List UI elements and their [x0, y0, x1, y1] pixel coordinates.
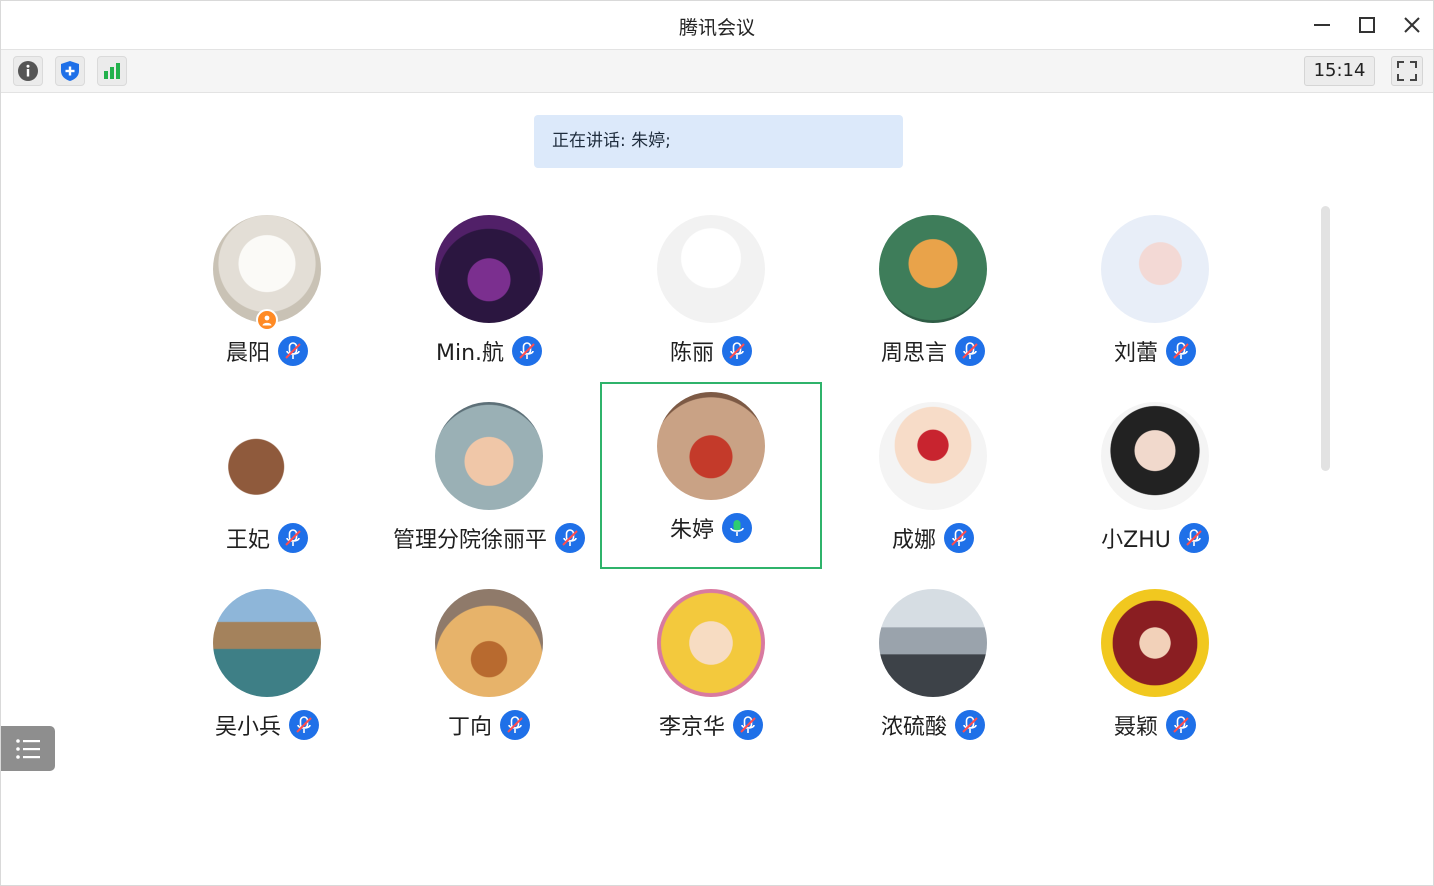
participant-name: 刘蕾 [1113, 341, 1158, 366]
minimize-button[interactable] [1308, 11, 1336, 39]
microphone-muted-icon [500, 710, 530, 740]
participant-list-button[interactable] [1, 726, 55, 771]
participant-name-row: 晨阳 [226, 335, 308, 367]
microphone-active-icon [722, 513, 752, 543]
microphone-muted-icon [733, 710, 763, 740]
participant-name: 浓硫酸 [880, 715, 947, 740]
participant-tile[interactable]: 周思言 [822, 199, 1044, 386]
avatar [213, 402, 321, 510]
meeting-info-button[interactable] [13, 56, 43, 86]
microphone-muted-icon [1166, 710, 1196, 740]
participant-name-row: 聂颖 [1114, 709, 1196, 741]
participant-name-row: 浓硫酸 [881, 709, 985, 741]
participant-name: 吴小兵 [214, 715, 281, 740]
microphone-muted-icon [289, 710, 319, 740]
avatar [213, 215, 321, 331]
close-icon [1404, 17, 1420, 33]
participant-name: 成娜 [891, 528, 936, 553]
scrollbar[interactable] [1321, 206, 1330, 471]
network-status-button[interactable] [97, 56, 127, 86]
microphone-muted-icon [722, 336, 752, 366]
participant-name-row: 成娜 [892, 522, 974, 554]
avatar [879, 215, 987, 323]
avatar [879, 402, 987, 510]
meeting-toolbar: 15:14 [1, 49, 1433, 93]
avatar [1101, 589, 1209, 697]
microphone-muted-icon [955, 710, 985, 740]
participant-tile[interactable]: 聂颖 [1044, 573, 1266, 760]
participant-tile[interactable]: 陈丽 [600, 199, 822, 386]
close-button[interactable] [1398, 11, 1426, 39]
speaking-indicator: 正在讲话: 朱婷; [534, 115, 903, 168]
signal-bars-icon [104, 63, 120, 79]
microphone-muted-icon [278, 336, 308, 366]
participant-name-row: 陈丽 [670, 335, 752, 367]
window-title: 腾讯会议 [678, 17, 755, 39]
participant-name: 朱婷 [669, 518, 714, 543]
microphone-muted-icon [955, 336, 985, 366]
host-badge-icon [256, 309, 278, 331]
participant-tile[interactable]: 朱婷 [600, 382, 822, 569]
participant-name-row: Min.航 [435, 335, 543, 367]
participant-tile[interactable]: 成娜 [822, 386, 1044, 573]
info-icon [18, 61, 38, 81]
microphone-muted-icon [555, 523, 585, 553]
participant-name: 管理分院徐丽平 [392, 528, 547, 553]
avatar [657, 589, 765, 697]
avatar [435, 402, 543, 510]
security-button[interactable] [55, 56, 85, 86]
list-icon [16, 738, 40, 759]
microphone-muted-icon [278, 523, 308, 553]
participant-name-row: 王妃 [226, 522, 308, 554]
participant-tile[interactable]: 浓硫酸 [822, 573, 1044, 760]
participant-name: 周思言 [880, 341, 947, 366]
participant-tile[interactable]: 吴小兵 [156, 573, 378, 760]
maximize-button[interactable] [1353, 11, 1381, 39]
participant-name-row: 朱婷 [670, 512, 752, 544]
avatar [657, 392, 765, 500]
meeting-clock: 15:14 [1304, 56, 1375, 86]
avatar [879, 589, 987, 697]
microphone-muted-icon [1178, 523, 1209, 553]
participant-name: 陈丽 [669, 341, 714, 366]
participant-name-row: 管理分院徐丽平 [393, 522, 585, 554]
microphone-muted-icon [944, 523, 974, 553]
participant-name: 丁向 [447, 715, 492, 740]
avatar [435, 589, 543, 697]
fullscreen-icon [1397, 61, 1417, 81]
participant-tile[interactable]: 管理分院徐丽平 [378, 386, 600, 573]
microphone-muted-icon [512, 336, 543, 366]
minimize-icon [1314, 24, 1330, 26]
participant-tile[interactable]: 李京华 [600, 573, 822, 760]
participant-name-row: 丁向 [448, 709, 530, 741]
participant-tile[interactable]: Min.航 [378, 199, 600, 386]
microphone-muted-icon [1166, 336, 1196, 366]
participant-tile[interactable]: 小ZHU [1044, 386, 1266, 573]
shield-icon [61, 61, 79, 81]
participant-tile[interactable]: 晨阳 [156, 199, 378, 386]
participant-name: 小ZHU [1101, 528, 1171, 553]
participant-name-row: 李京华 [659, 709, 763, 741]
participant-name: Min.航 [435, 341, 505, 366]
participant-name-row: 刘蕾 [1114, 335, 1196, 367]
maximize-icon [1359, 17, 1375, 33]
avatar [435, 215, 543, 323]
avatar [657, 215, 765, 323]
avatar [1101, 215, 1209, 323]
participant-name: 李京华 [658, 715, 725, 740]
participant-name-row: 小ZHU [1101, 522, 1209, 554]
title-bar: 腾讯会议 [1, 1, 1433, 49]
avatar [1101, 402, 1209, 510]
participant-name-row: 周思言 [881, 335, 985, 367]
avatar [213, 589, 321, 697]
participant-tile[interactable]: 丁向 [378, 573, 600, 760]
participant-tile[interactable]: 王妃 [156, 386, 378, 573]
participant-name: 王妃 [225, 528, 270, 553]
participant-name: 聂颖 [1113, 715, 1158, 740]
participant-name: 晨阳 [225, 341, 270, 366]
fullscreen-button[interactable] [1391, 56, 1423, 86]
meeting-window: 腾讯会议 15:14 正在讲话: 朱婷; 晨阳 Min.航 陈丽 周思言 刘蕾王妃 管理分… [0, 0, 1434, 886]
participant-tile[interactable]: 刘蕾 [1044, 199, 1266, 386]
participant-name-row: 吴小兵 [215, 709, 319, 741]
